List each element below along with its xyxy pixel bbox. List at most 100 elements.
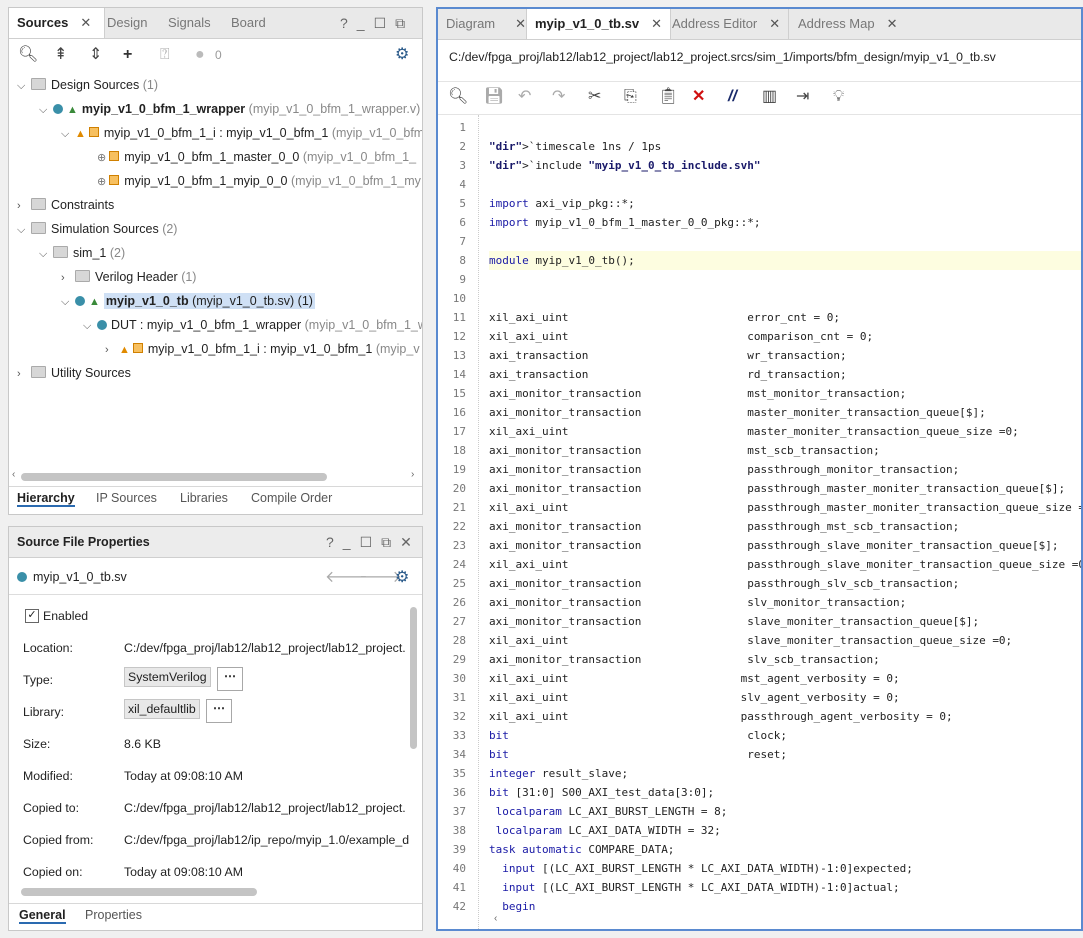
chevron-down-icon[interactable]: ⌵	[17, 78, 31, 96]
comment-icon[interactable]: //	[728, 87, 737, 107]
code-area[interactable]: 1 2 "dir">`timescale 1ns / 1ps 3 "dir">`incl…	[438, 115, 1081, 929]
library-more-button[interactable]: ⋯	[206, 699, 232, 723]
code-line[interactable]: xil_axi_uint error_cnt = 0;	[489, 308, 1081, 327]
scroll-left-icon[interactable]: ‹	[494, 913, 497, 924]
enabled-checkbox[interactable]: ✓	[25, 609, 39, 623]
code-line[interactable]: bit reset;	[489, 745, 1081, 764]
save-icon[interactable]: 💾︎	[484, 87, 504, 107]
code-line[interactable]: bit [31:0] S00_AXI_test_data[3:0];	[489, 783, 1081, 802]
code-line[interactable]: input [(LC_AXI_BURST_LENGTH * LC_AXI_DAT…	[489, 859, 1081, 878]
column-select-icon[interactable]: ▥	[762, 87, 777, 107]
code-line[interactable]: axi_monitor_transaction passthrough_slv_…	[489, 574, 1081, 593]
code-line[interactable]: module myip_v1_0_tb();	[489, 251, 1081, 270]
code-line[interactable]: xil_axi_uint passthrough_master_moniter_…	[489, 498, 1081, 517]
tab-hierarchy[interactable]: Hierarchy	[17, 491, 75, 507]
code-line[interactable]	[489, 118, 1081, 137]
float-icon[interactable]: ⧉	[381, 534, 391, 550]
chevron-right-icon[interactable]: ›	[17, 196, 31, 216]
maximize-icon[interactable]: ☐	[360, 534, 373, 550]
tab-libraries[interactable]: Libraries	[180, 491, 228, 505]
tree-item[interactable]: ⌵ Simulation Sources (2)	[17, 219, 177, 239]
chevron-down-icon[interactable]: ⌵	[39, 100, 53, 120]
tree-item-selected[interactable]: ⌵ ▲ myip_v1_0_tb (myip_v1_0_tb.sv) (1)	[61, 291, 315, 311]
expand-all-icon[interactable]: ⇕	[89, 45, 102, 65]
tab-myip-tb[interactable]: myip_v1_0_tb.sv ✕	[526, 9, 671, 39]
chevron-right-icon[interactable]: ›	[61, 268, 75, 288]
code-line[interactable]: localparam LC_AXI_DATA_WIDTH = 32;	[489, 821, 1081, 840]
add-sources-icon[interactable]: +	[123, 45, 132, 65]
minimize-icon[interactable]: _	[343, 534, 351, 550]
code-line[interactable]: task automatic COMPARE_DATA;	[489, 840, 1081, 859]
close-icon[interactable]: ✕	[80, 15, 91, 30]
tree-item[interactable]: › Utility Sources	[17, 363, 131, 383]
type-select[interactable]: SystemVerilog	[124, 667, 211, 687]
type-more-button[interactable]: ⋯	[217, 667, 243, 691]
code-line[interactable]: axi_monitor_transaction slv_scb_transact…	[489, 650, 1081, 669]
tab-sources[interactable]: Sources ✕	[9, 8, 105, 38]
gear-icon[interactable]: ⚙	[395, 568, 409, 588]
scroll-left-icon[interactable]: ‹	[12, 469, 15, 480]
collapse-all-icon[interactable]: ⇞	[54, 45, 67, 65]
bulb-icon[interactable]: 💡︎	[833, 87, 844, 107]
delete-icon[interactable]: ✕	[692, 87, 705, 107]
code-line[interactable]: localparam LC_AXI_BURST_LENGTH = 8;	[489, 802, 1081, 821]
chevron-right-icon[interactable]: ›	[105, 340, 119, 360]
code-line[interactable]: input [(LC_AXI_BURST_LENGTH * LC_AXI_DAT…	[489, 878, 1081, 897]
tab-diagram[interactable]: Diagram ✕	[438, 9, 534, 39]
tab-compile-order[interactable]: Compile Order	[251, 491, 332, 505]
tree-item[interactable]: ⌵ ▲ myip_v1_0_bfm_1_i : myip_v1_0_bfm_1 (m…	[61, 123, 422, 143]
tree-item[interactable]: › Constraints	[17, 195, 114, 215]
code-line[interactable]: begin	[489, 897, 1081, 916]
code-line[interactable]	[489, 289, 1081, 308]
float-icon[interactable]: ⧉	[395, 15, 405, 31]
code-line[interactable]	[489, 232, 1081, 251]
code-line[interactable]	[489, 270, 1081, 289]
tree-item[interactable]: ⌵ DUT : myip_v1_0_bfm_1_wrapper (myip_v1_…	[83, 315, 422, 335]
code-line[interactable]	[489, 175, 1081, 194]
redo-icon[interactable]: ↷	[552, 87, 565, 107]
close-icon[interactable]: ✕	[400, 534, 412, 550]
tab-design[interactable]: Design	[99, 8, 155, 38]
code-line[interactable]: import axi_vip_pkg::*;	[489, 194, 1081, 213]
tab-general[interactable]: General	[19, 908, 66, 924]
gear-icon[interactable]: ⚙	[395, 45, 409, 65]
code-line[interactable]: axi_monitor_transaction mst_scb_transact…	[489, 441, 1081, 460]
tree-item[interactable]: › Verilog Header (1)	[61, 267, 196, 287]
chevron-down-icon[interactable]: ⌵	[61, 292, 75, 312]
code-line[interactable]: axi_monitor_transaction master_moniter_t…	[489, 403, 1081, 422]
indent-icon[interactable]: ⇥	[796, 87, 809, 107]
code-line[interactable]: import myip_v1_0_bfm_1_master_0_0_pkg::*…	[489, 213, 1081, 232]
code-line[interactable]: axi_monitor_transaction passthrough_mast…	[489, 479, 1081, 498]
copy-icon[interactable]: ⎘	[624, 87, 637, 107]
tab-address-map[interactable]: Address Map ✕	[790, 9, 906, 39]
code-line[interactable]: axi_monitor_transaction passthrough_slav…	[489, 536, 1081, 555]
horizontal-scrollbar[interactable]	[21, 888, 257, 896]
code-line[interactable]: xil_axi_uint master_moniter_transaction_…	[489, 422, 1081, 441]
tab-properties[interactable]: Properties	[85, 908, 142, 922]
maximize-icon[interactable]: ☐	[374, 15, 387, 31]
code-line[interactable]: axi_monitor_transaction slv_monitor_tran…	[489, 593, 1081, 612]
help-icon[interactable]: ?	[340, 15, 348, 31]
chevron-down-icon[interactable]: ⌵	[39, 244, 53, 264]
tab-ip-sources[interactable]: IP Sources	[96, 491, 157, 505]
tree-item[interactable]: ⊕ myip_v1_0_bfm_1_master_0_0 (myip_v1_0_b…	[97, 147, 416, 167]
code-line[interactable]: xil_axi_uint slv_agent_verbosity = 0;	[489, 688, 1081, 707]
code-line[interactable]: "dir">`include "myip_v1_0_tb_include.svh…	[489, 156, 1081, 175]
code-line[interactable]: axi_transaction wr_transaction;	[489, 346, 1081, 365]
code-line[interactable]: axi_monitor_transaction slave_moniter_tr…	[489, 612, 1081, 631]
chevron-down-icon[interactable]: ⌵	[83, 316, 97, 336]
search-icon[interactable]: 🔍︎	[18, 45, 38, 65]
search-icon[interactable]: 🔍︎	[448, 87, 468, 107]
minimize-icon[interactable]: _	[357, 15, 365, 31]
close-icon[interactable]: ✕	[887, 16, 898, 31]
horizontal-scrollbar[interactable]	[21, 473, 327, 481]
tab-signals[interactable]: Signals	[160, 8, 219, 38]
code-line[interactable]: axi_monitor_transaction passthrough_moni…	[489, 460, 1081, 479]
code-line[interactable]: axi_monitor_transaction mst_monitor_tran…	[489, 384, 1081, 403]
tree-item[interactable]: › ▲ myip_v1_0_bfm_1_i : myip_v1_0_bfm_1 (m…	[105, 339, 420, 359]
code-line[interactable]: xil_axi_uint passthrough_slave_moniter_t…	[489, 555, 1081, 574]
code-line[interactable]: axi_monitor_transaction passthrough_mst_…	[489, 517, 1081, 536]
close-icon[interactable]: ✕	[651, 16, 662, 31]
code-line[interactable]: bit clock;	[489, 726, 1081, 745]
paste-icon[interactable]: 📋︎	[658, 87, 678, 107]
